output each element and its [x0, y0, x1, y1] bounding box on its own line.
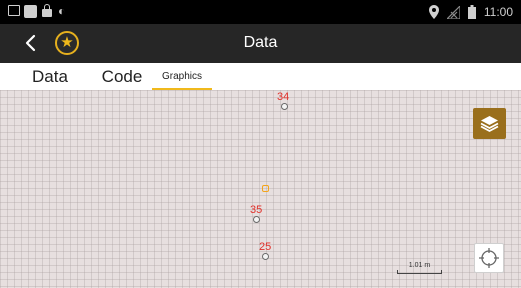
graphics-canvas[interactable]: 34 35 25 1.01 m [0, 90, 521, 288]
layers-icon [480, 116, 499, 132]
survey-point[interactable] [262, 253, 269, 260]
tab-bar: Data Code Graphics [0, 63, 521, 90]
image-icon [8, 5, 20, 16]
point-label-34: 34 [277, 91, 290, 103]
page-title: Data [243, 34, 278, 51]
app-bar: ★ Data [0, 24, 521, 63]
lock-icon [42, 9, 52, 17]
point-label-35: 35 [250, 204, 263, 216]
location-pin-icon [428, 5, 439, 19]
point-label-25: 25 [259, 241, 272, 253]
scale-bar-line [397, 270, 442, 274]
tab-graphics[interactable]: Graphics [152, 63, 212, 90]
clock: 11:00 [483, 5, 513, 19]
tab-data[interactable]: Data [20, 63, 80, 90]
layers-button[interactable] [473, 108, 506, 139]
locate-button[interactable] [474, 243, 504, 273]
highlighted-point-marker[interactable] [262, 185, 269, 192]
scale-label: 1.01 m [408, 262, 431, 269]
scale-bar: 1.01 m [397, 262, 442, 274]
square-icon [24, 5, 37, 18]
crosshair-icon [479, 248, 499, 268]
no-signal-icon [446, 5, 460, 19]
android-icon: ◐ [58, 4, 66, 18]
tab-code[interactable]: Code [92, 63, 152, 90]
battery-icon [467, 5, 476, 19]
survey-point[interactable] [281, 103, 288, 110]
survey-point[interactable] [253, 216, 260, 223]
status-bar: ◐ 11:00 [0, 0, 521, 24]
